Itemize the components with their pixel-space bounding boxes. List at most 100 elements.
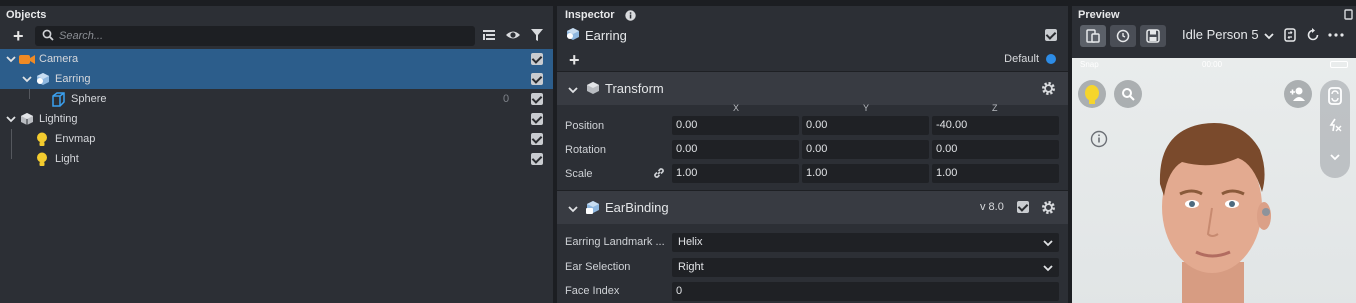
tree-row-light[interactable]: Light <box>0 149 553 169</box>
camera-controls <box>1320 80 1350 178</box>
chevron-down-icon <box>1043 265 1053 272</box>
rotation-y-field[interactable]: 0.00 <box>802 140 929 159</box>
earring-object-icon <box>567 28 579 40</box>
visibility-checkbox[interactable] <box>531 113 543 125</box>
tree-row-camera[interactable]: Camera <box>0 49 553 69</box>
flip-camera-icon[interactable] <box>1327 87 1343 105</box>
visibility-checkbox[interactable] <box>531 93 543 105</box>
tree-row-lighting[interactable]: Lighting <box>0 109 553 129</box>
reset-icon[interactable] <box>1306 28 1320 42</box>
visibility-checkbox[interactable] <box>531 133 543 145</box>
flash-off-icon[interactable] <box>1328 118 1342 132</box>
transform-section-header[interactable]: Transform <box>557 71 1068 105</box>
chevron-down-icon[interactable] <box>6 54 16 64</box>
chevron-down-icon[interactable] <box>1330 152 1340 162</box>
link-icon[interactable] <box>652 166 666 180</box>
bitmoji-icon <box>1085 85 1099 104</box>
rotation-x-field[interactable]: 0.00 <box>672 140 799 159</box>
ear-selection-label: Ear Selection <box>565 261 631 273</box>
filter-icon[interactable] <box>531 28 543 42</box>
component-version: v 8.0 <box>980 201 1004 213</box>
select-value: Right <box>678 261 704 273</box>
light-bulb-icon <box>37 152 47 166</box>
search-lens-button[interactable] <box>1114 80 1142 108</box>
list-options-icon[interactable] <box>482 28 496 42</box>
visibility-checkbox[interactable] <box>531 53 543 65</box>
inspector-panel: Inspector Earring + Default Transform X … <box>557 6 1068 303</box>
ear-selection-select[interactable]: Right <box>672 258 1059 277</box>
rotation-z-field[interactable]: 0.00 <box>932 140 1059 159</box>
info-icon[interactable] <box>1090 130 1108 148</box>
tree-label: Sphere <box>71 93 107 105</box>
light-bulb-icon <box>37 132 47 146</box>
earbinding-section-header[interactable]: EarBinding v 8.0 <box>557 190 1068 224</box>
add-object-icon[interactable]: + <box>13 27 24 45</box>
preview-preset-select[interactable]: Idle Person 5 <box>1182 27 1259 42</box>
objects-panel-title: Objects <box>6 9 47 21</box>
column-header-y: Y <box>863 103 870 113</box>
layer-label[interactable]: Default <box>1004 53 1039 65</box>
chevron-down-icon[interactable] <box>1264 31 1274 41</box>
chevron-down-icon[interactable] <box>568 85 578 95</box>
column-header-x: X <box>733 103 740 113</box>
earring-landmark-select[interactable]: Helix <box>672 233 1059 252</box>
chevron-down-icon[interactable] <box>22 74 32 84</box>
earring-object-icon <box>37 73 49 85</box>
save-icon <box>1146 29 1160 43</box>
save-preview-button[interactable] <box>1140 25 1166 47</box>
info-icon[interactable] <box>625 10 636 21</box>
tree-row-envmap[interactable]: Envmap <box>0 129 553 149</box>
add-component-icon[interactable]: + <box>569 51 580 69</box>
more-options-icon[interactable] <box>1328 33 1344 37</box>
search-input[interactable] <box>59 26 459 46</box>
object-enabled-checkbox[interactable] <box>1045 29 1057 41</box>
transform-title: Transform <box>605 81 664 96</box>
popout-icon[interactable] <box>1344 9 1353 20</box>
visibility-checkbox[interactable] <box>531 73 543 85</box>
tree-connector <box>11 129 12 149</box>
search-icon <box>1122 88 1135 101</box>
face-index-field[interactable]: 0 <box>672 282 1059 301</box>
layer-color-dot[interactable] <box>1046 54 1056 64</box>
select-value: Helix <box>678 236 703 248</box>
tree-connector <box>11 149 12 159</box>
tree-connector <box>29 89 30 99</box>
swap-camera-icon[interactable] <box>1283 28 1297 42</box>
status-time: 00:00 <box>1202 60 1223 69</box>
position-label: Position <box>565 120 605 132</box>
position-x-field[interactable]: 0.00 <box>672 116 799 135</box>
add-friend-icon <box>1290 87 1305 101</box>
preview-panel-title: Preview <box>1078 9 1120 21</box>
tree-row-earring[interactable]: Earring <box>0 69 553 89</box>
tree-label: Envmap <box>55 133 96 145</box>
tree-row-sphere[interactable]: Sphere 0 <box>0 89 553 109</box>
transform-icon <box>587 82 599 94</box>
lens-preview-viewport[interactable]: Snap 00:00 <box>1072 58 1356 303</box>
column-header-z: Z <box>992 103 998 113</box>
position-y-field[interactable]: 0.00 <box>802 116 929 135</box>
gear-icon[interactable] <box>1041 81 1056 96</box>
objects-toolbar: + <box>0 25 553 49</box>
clock-icon <box>1116 29 1130 43</box>
scale-x-field[interactable]: 1.00 <box>672 164 799 183</box>
scale-label: Scale <box>565 168 593 180</box>
profile-button[interactable] <box>1078 80 1106 108</box>
tree-label: Light <box>55 153 79 165</box>
object-name[interactable]: Earring <box>585 28 627 43</box>
scale-z-field[interactable]: 1.00 <box>932 164 1059 183</box>
chevron-down-icon <box>1043 240 1053 247</box>
add-friend-button[interactable] <box>1284 80 1312 108</box>
gear-icon[interactable] <box>1041 200 1056 215</box>
face-preview-image <box>1159 123 1271 303</box>
chevron-down-icon[interactable] <box>568 204 578 214</box>
chevron-down-icon[interactable] <box>6 114 16 124</box>
visibility-checkbox[interactable] <box>531 153 543 165</box>
device-preview-button[interactable] <box>1080 25 1106 47</box>
scale-y-field[interactable]: 1.00 <box>802 164 929 183</box>
eye-icon[interactable] <box>505 28 521 42</box>
script-component-icon <box>586 201 599 214</box>
timer-button[interactable] <box>1110 25 1136 47</box>
status-carrier: Snap <box>1080 60 1099 69</box>
component-enabled-checkbox[interactable] <box>1017 201 1029 213</box>
position-z-field[interactable]: -40.00 <box>932 116 1059 135</box>
